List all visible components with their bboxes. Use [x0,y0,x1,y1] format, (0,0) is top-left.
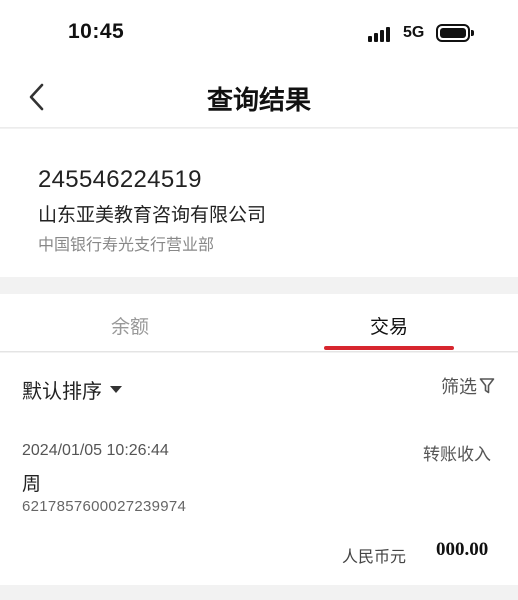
counterparty-account: 6217857600027239974 [22,498,187,515]
status-time: 10:45 [68,20,125,43]
account-name: 山东亚美教育咨询有限公司 [38,205,267,226]
account-card: 245546224519 山东亚美教育咨询有限公司 中国银行寿光支行营业部 [0,129,518,277]
tab-bar: 余额 交易 [0,294,518,352]
active-tab-indicator [324,346,454,350]
tab-transactions[interactable]: 交易 [370,312,408,339]
caret-down-icon [110,386,122,393]
transaction-currency: 人民币元 [342,549,407,566]
transaction-amount: 000.00 [436,539,489,560]
filter-button[interactable]: 筛选 [441,373,495,399]
sort-dropdown[interactable]: 默认排序 [22,375,122,404]
page-title: 查询结果 [206,85,311,115]
transaction-type: 转账收入 [423,445,491,464]
transaction-item[interactable]: 2024/01/05 10:26:44 转账收入 周 6217857600027… [0,415,518,585]
counterparty-name: 周 [22,474,42,495]
network-type: 5G [403,24,425,41]
battery-icon [436,24,474,42]
status-bar: 10:45 5G [0,0,518,64]
sort-label: 默认排序 [22,381,102,403]
account-number: 245546224519 [38,166,202,193]
tab-balance[interactable]: 余额 [111,312,149,339]
account-branch: 中国银行寿光支行营业部 [38,237,215,254]
nav-bar: 查询结果 [0,64,518,128]
transaction-time: 2024/01/05 10:26:44 [22,442,169,459]
funnel-icon [479,378,495,394]
filter-label: 筛选 [441,377,477,397]
filter-bar: 默认排序 筛选 [0,353,518,415]
cellular-signal-icon [368,26,392,42]
